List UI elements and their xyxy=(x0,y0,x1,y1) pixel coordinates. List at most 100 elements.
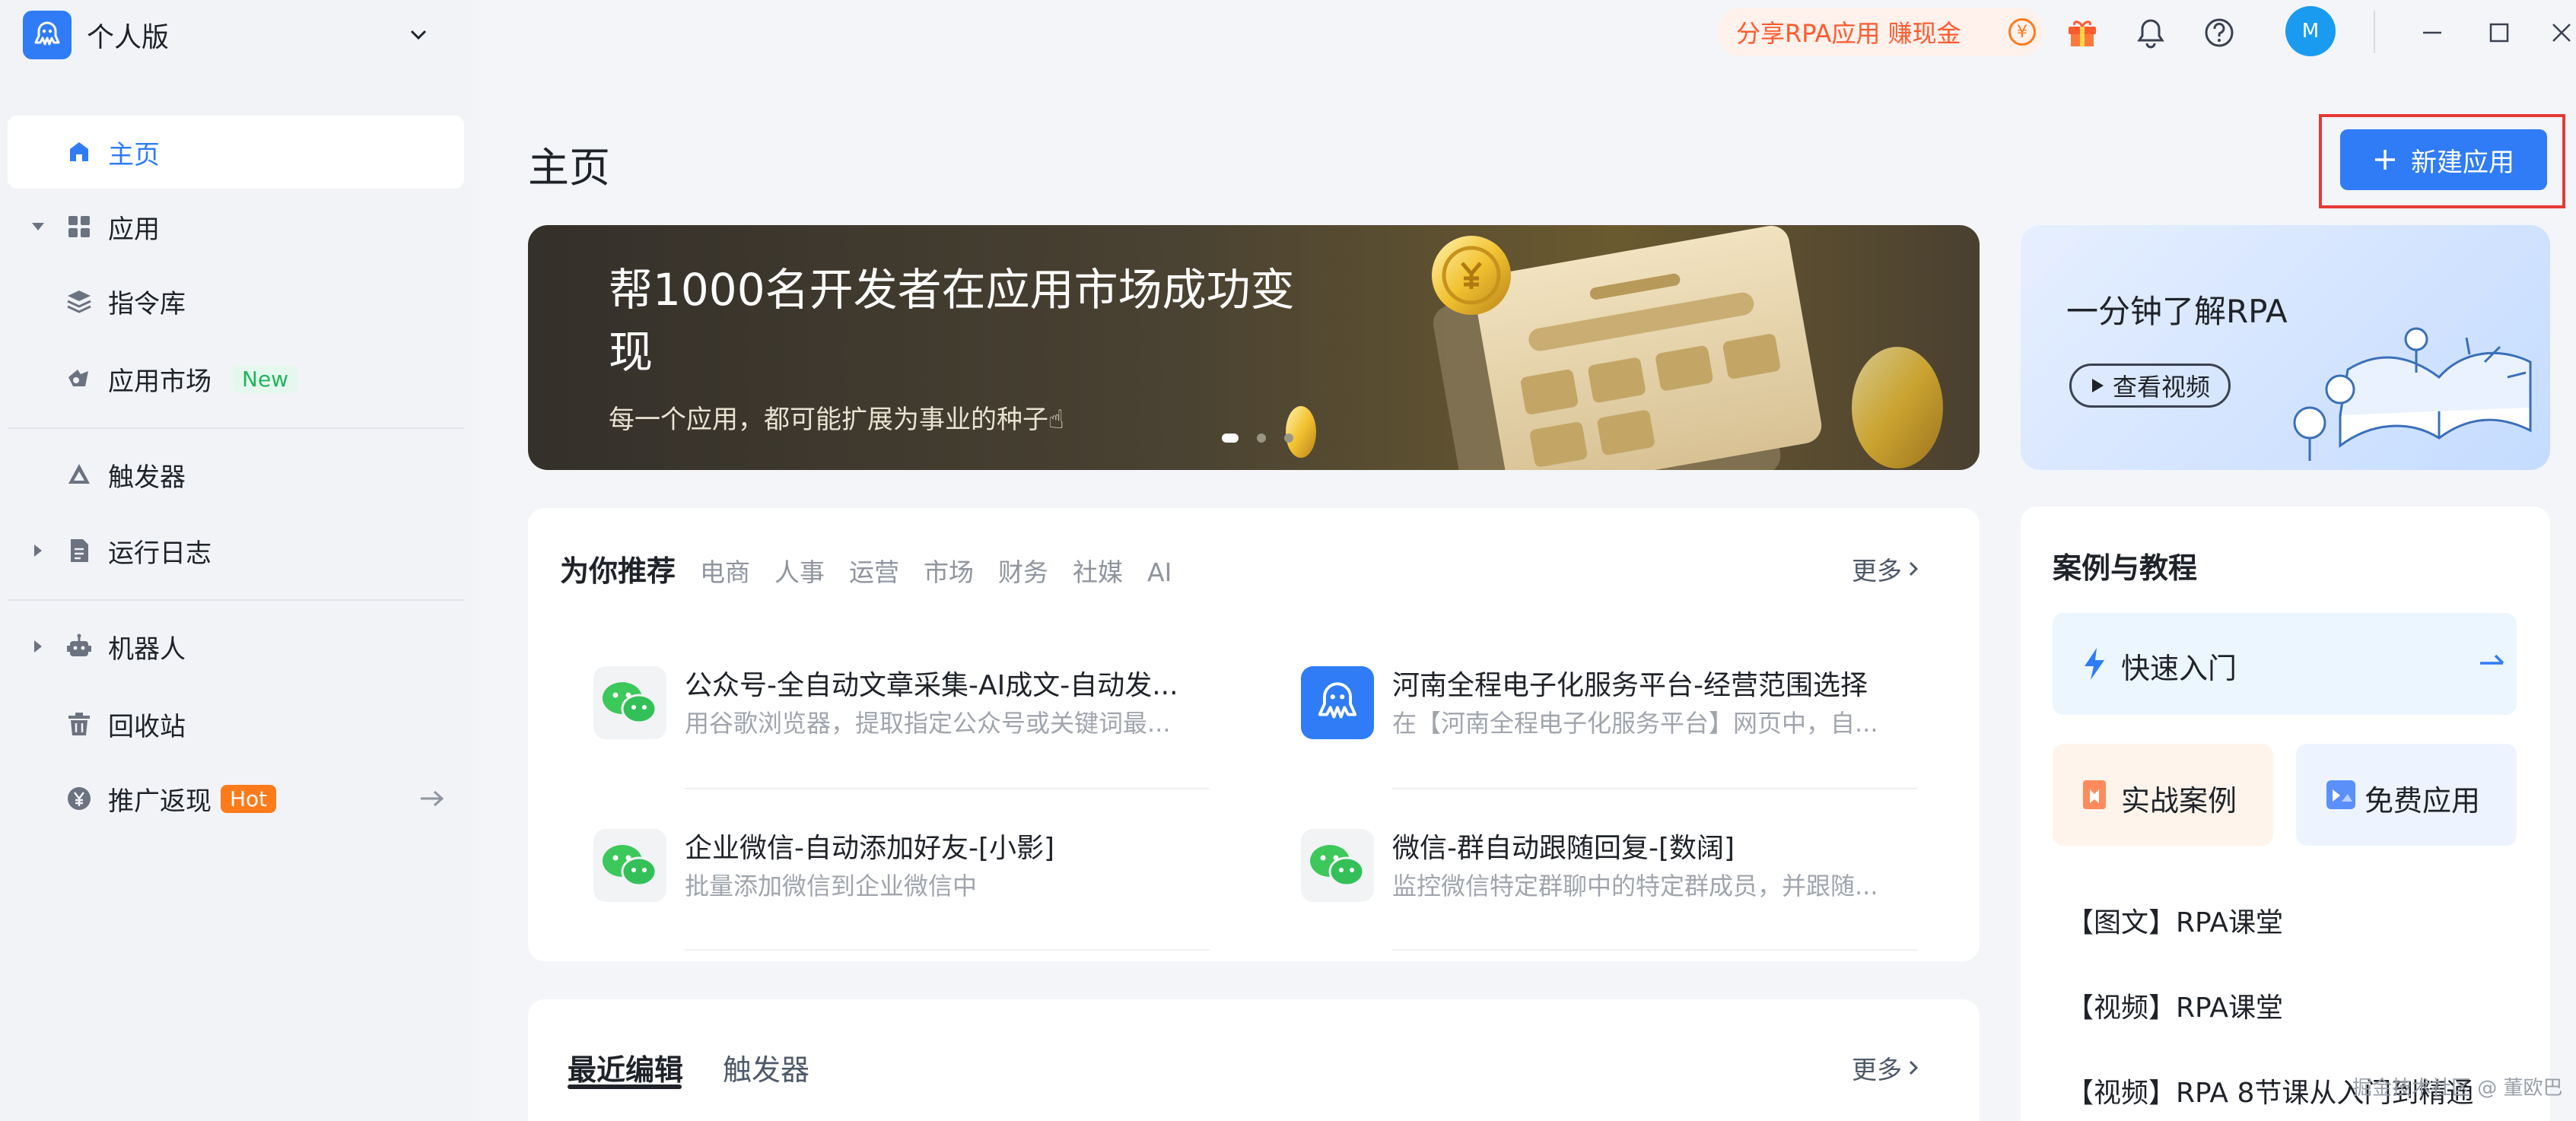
new-badge: New xyxy=(233,364,298,393)
tab-hr[interactable]: 人事 xyxy=(774,552,825,589)
sidebar-item-label: 运行日志 xyxy=(108,538,211,569)
sidebar-item-apps[interactable]: 应用 xyxy=(8,190,464,263)
list-item[interactable]: 河南全程电子化服务平台-经营范围选择 在【河南全程电子化服务平台】网页中，自..… xyxy=(1301,657,1879,748)
recommend-panel: 为你推荐 电商 人事 运营 市场 财务 社媒 AI 更多 公众号-全自动文章采集… xyxy=(528,508,1980,961)
sidebar-item-app-market[interactable]: 应用市场 New xyxy=(8,342,464,415)
user-avatar[interactable]: M xyxy=(2285,6,2336,56)
arrow-right-icon xyxy=(2479,649,2506,674)
list-item[interactable]: 企业微信-自动添加好友-[小影] 批量添加微信到企业微信中 xyxy=(593,820,1172,911)
carousel-dot[interactable] xyxy=(1284,433,1293,443)
tab-finance[interactable]: 财务 xyxy=(998,552,1048,589)
layers-icon xyxy=(64,286,94,316)
banner-subtitle: 每一个应用，都可能扩展为事业的种子☝ xyxy=(609,405,1064,435)
practice-cases-label: 实战案例 xyxy=(2121,784,2237,818)
grid-icon xyxy=(64,211,94,242)
watch-video-label: 查看视频 xyxy=(2112,373,2210,402)
item-desc: 在【河南全程电子化服务平台】网页中，自... xyxy=(1392,709,1878,738)
free-apps-card[interactable]: 免费应用 xyxy=(2296,744,2517,846)
caret-right-icon[interactable] xyxy=(29,541,47,560)
list-item[interactable]: 公众号-全自动文章采集-AI成文-自动发... 用谷歌浏览器，提取指定公众号或关… xyxy=(593,657,1178,748)
item-title: 微信-群自动跟随回复-[数阔] xyxy=(1392,833,1735,864)
sidebar-item-label: 机器人 xyxy=(108,634,186,665)
sidebar-item-label: 主页 xyxy=(108,139,160,170)
chevron-right-icon xyxy=(1909,1060,1919,1075)
row-divider xyxy=(1392,788,1917,789)
share-rpa-earn-button[interactable]: 分享RPA应用 赚现金 ¥ xyxy=(1718,8,2045,56)
sidebar-item-trigger[interactable]: 触发器 xyxy=(8,438,464,511)
app-logo-icon xyxy=(23,11,72,59)
tab-social[interactable]: 社媒 xyxy=(1073,552,1123,589)
gift-icon[interactable] xyxy=(2063,14,2101,52)
watermark: 掘金技术社区 @ 董欧巴 xyxy=(2352,1077,2563,1100)
sidebar-item-command-library[interactable]: 指令库 xyxy=(8,265,464,338)
sidebar: 个人版 主页 应用 指令库 应用市场 New 触发器 运行日志 机器人 回收站 … xyxy=(0,0,479,1121)
share-text: 分享RPA应用 赚现金 xyxy=(1736,19,1961,48)
sidebar-item-robot[interactable]: 机器人 xyxy=(8,610,464,683)
bell-icon[interactable] xyxy=(2132,14,2170,52)
tab-ecommerce[interactable]: 电商 xyxy=(700,552,750,589)
trigger-icon xyxy=(64,459,94,490)
workspace-name: 个人版 xyxy=(87,22,170,53)
tutorial-link[interactable]: 【视频】RPA课堂 xyxy=(2066,986,2283,1025)
maximize-icon[interactable] xyxy=(2480,14,2518,52)
hot-badge: Hot xyxy=(221,784,277,813)
lightning-icon xyxy=(2081,646,2107,684)
item-title: 企业微信-自动添加好友-[小影] xyxy=(685,833,1055,864)
yuan-coin-icon: ¥ xyxy=(2008,18,2036,46)
book-illustration xyxy=(2293,327,2532,461)
row-divider xyxy=(1392,949,1917,951)
sidebar-item-label: 指令库 xyxy=(108,288,186,319)
carousel-dot[interactable] xyxy=(1257,433,1266,443)
practice-cases-card[interactable]: 实战案例 xyxy=(2053,744,2273,846)
carousel-dot[interactable] xyxy=(1222,433,1239,443)
new-app-button[interactable]: 新建应用 xyxy=(2340,129,2547,190)
sidebar-item-home[interactable]: 主页 xyxy=(8,116,464,189)
sidebar-item-recycle-bin[interactable]: 回收站 xyxy=(8,688,464,761)
wechat-icon xyxy=(1301,829,1374,902)
minimize-icon[interactable] xyxy=(2413,14,2451,52)
plus-icon xyxy=(2375,150,2395,170)
quick-start-card[interactable]: 快速入门 xyxy=(2053,613,2517,715)
tab-operations[interactable]: 运营 xyxy=(849,552,899,589)
sidebar-divider xyxy=(8,427,464,429)
row-divider xyxy=(685,949,1210,951)
help-icon[interactable] xyxy=(2200,14,2238,52)
tab-recent-edits[interactable]: 最近编辑 xyxy=(568,1046,683,1088)
yuan-coin-icon xyxy=(64,783,94,814)
arrow-right-icon[interactable] xyxy=(415,782,449,815)
rpa-intro-card[interactable]: 一分钟了解RPA 查看视频 xyxy=(2021,225,2550,470)
tab-marketing[interactable]: 市场 xyxy=(924,552,974,589)
tab-triggers[interactable]: 触发器 xyxy=(723,1046,809,1088)
sidebar-item-label: 应用 xyxy=(108,214,160,245)
promo-banner[interactable]: 帮1000名开发者在应用市场成功变现 每一个应用，都可能扩展为事业的种子☝ xyxy=(528,225,1980,470)
tutorial-link[interactable]: 【图文】RPA课堂 xyxy=(2066,900,2283,940)
chevron-down-icon[interactable] xyxy=(402,18,435,52)
recommend-more-link[interactable]: 更多 xyxy=(1852,551,1920,587)
caret-right-icon[interactable] xyxy=(29,637,47,656)
chevron-right-icon xyxy=(1909,561,1919,576)
caret-down-icon[interactable] xyxy=(29,218,47,236)
item-desc: 用谷歌浏览器，提取指定公众号或关键词最... xyxy=(685,709,1171,738)
active-tab-indicator xyxy=(568,1084,682,1089)
watch-video-button[interactable]: 查看视频 xyxy=(2069,364,2231,408)
image-icon xyxy=(2325,779,2357,814)
recent-more-link[interactable]: 更多 xyxy=(1852,1050,1920,1086)
sidebar-item-run-logs[interactable]: 运行日志 xyxy=(8,514,464,587)
item-title: 河南全程电子化服务平台-经营范围选择 xyxy=(1392,670,1868,701)
sidebar-item-referral[interactable]: 推广返现 Hot xyxy=(8,762,464,835)
tab-ai[interactable]: AI xyxy=(1147,557,1172,587)
tab-recommend[interactable]: 为你推荐 xyxy=(560,548,676,589)
top-bar: 分享RPA应用 赚现金 ¥ M xyxy=(479,0,2576,64)
item-desc: 批量添加微信到企业微信中 xyxy=(685,872,978,900)
play-icon xyxy=(2091,379,2104,392)
workspace-switcher[interactable]: 个人版 xyxy=(23,11,169,59)
item-desc: 监控微信特定群聊中的特定群成员，并跟随... xyxy=(1392,872,1878,900)
list-item[interactable]: 微信-群自动跟随回复-[数阔] 监控微信特定群聊中的特定群成员，并跟随... xyxy=(1301,820,1879,911)
app-logo-icon xyxy=(1301,666,1374,739)
rpa-card-title: 一分钟了解RPA xyxy=(2066,293,2288,330)
more-label: 更多 xyxy=(1852,556,1902,586)
close-icon[interactable] xyxy=(2543,14,2576,52)
sidebar-item-label: 应用市场 xyxy=(108,366,211,397)
recent-panel: 最近编辑 触发器 更多 xyxy=(528,999,1980,1121)
robot-icon xyxy=(64,631,94,662)
